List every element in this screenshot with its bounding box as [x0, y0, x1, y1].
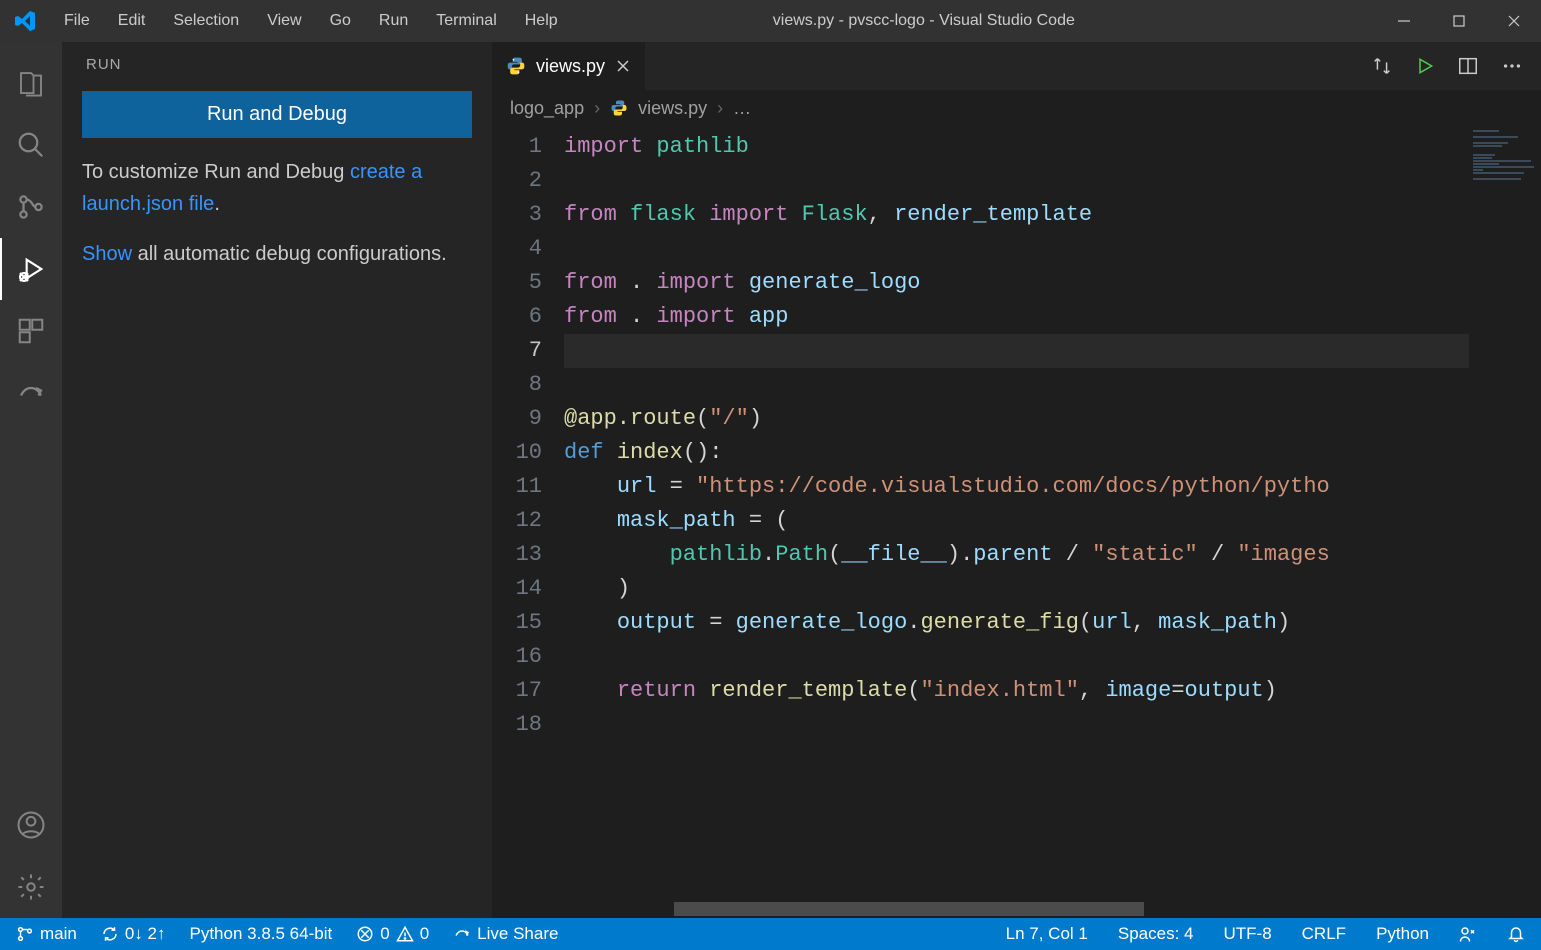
feedback-icon[interactable]: [1455, 918, 1481, 950]
indentation-status[interactable]: Spaces: 4: [1114, 918, 1198, 950]
language-status[interactable]: Python: [1372, 918, 1433, 950]
settings-gear-icon[interactable]: [0, 856, 62, 918]
branch-status[interactable]: main: [12, 918, 81, 950]
live-share-status[interactable]: Live Share: [449, 918, 562, 950]
source-control-icon[interactable]: [0, 176, 62, 238]
menu-view[interactable]: View: [253, 0, 315, 42]
menu-edit[interactable]: Edit: [104, 0, 160, 42]
more-actions-icon[interactable]: [1501, 55, 1523, 77]
show-configs-text: Show all automatic debug configurations.: [82, 238, 472, 270]
notifications-icon[interactable]: [1503, 918, 1529, 950]
maximize-button[interactable]: [1431, 0, 1486, 42]
code-content[interactable]: import pathlib from flask import Flask, …: [564, 126, 1469, 918]
chevron-right-icon: ›: [594, 98, 600, 119]
main-area: RUN Run and Debug To customize Run and D…: [0, 42, 1541, 918]
menu-bar: FileEditSelectionViewGoRunTerminalHelp: [50, 0, 572, 42]
share-icon[interactable]: [0, 362, 62, 424]
run-sidebar: RUN Run and Debug To customize Run and D…: [62, 42, 492, 918]
editor-actions: [1371, 42, 1541, 90]
cursor-position[interactable]: Ln 7, Col 1: [1002, 918, 1092, 950]
python-file-icon: [506, 56, 526, 76]
problems-status[interactable]: 0 0: [352, 918, 433, 950]
sync-status[interactable]: 0↓ 2↑: [97, 918, 170, 950]
window-title: views.py - pvscc-logo - Visual Studio Co…: [572, 12, 1376, 30]
minimap[interactable]: [1469, 126, 1541, 918]
vscode-logo-icon: [0, 9, 50, 33]
close-tab-icon[interactable]: [615, 58, 631, 74]
menu-file[interactable]: File: [50, 0, 104, 42]
show-link[interactable]: Show: [82, 243, 132, 265]
status-bar: main 0↓ 2↑ Python 3.8.5 64-bit 0 0 Live …: [0, 918, 1541, 950]
horizontal-scrollbar[interactable]: [564, 902, 1469, 918]
activity-bar: [0, 42, 62, 918]
tab-bar: views.py: [492, 42, 1541, 90]
run-debug-icon[interactable]: [0, 238, 62, 300]
line-numbers: 123456789101112131415161718: [492, 126, 564, 918]
run-and-debug-button[interactable]: Run and Debug: [82, 91, 472, 138]
close-button[interactable]: [1486, 0, 1541, 42]
title-bar: FileEditSelectionViewGoRunTerminalHelp v…: [0, 0, 1541, 42]
window-controls: [1376, 0, 1541, 42]
customize-text: To customize Run and Debug create a laun…: [82, 156, 472, 220]
run-file-icon[interactable]: [1415, 56, 1435, 76]
breadcrumb-folder[interactable]: logo_app: [510, 98, 584, 119]
accounts-icon[interactable]: [0, 794, 62, 856]
editor-body[interactable]: 123456789101112131415161718 import pathl…: [492, 126, 1541, 918]
chevron-right-icon: ›: [717, 98, 723, 119]
menu-help[interactable]: Help: [511, 0, 572, 42]
breadcrumbs[interactable]: logo_app › views.py › …: [492, 90, 1541, 126]
eol-status[interactable]: CRLF: [1298, 918, 1350, 950]
compare-changes-icon[interactable]: [1371, 55, 1393, 77]
sidebar-header: RUN: [62, 42, 492, 83]
encoding-status[interactable]: UTF-8: [1219, 918, 1275, 950]
extensions-icon[interactable]: [0, 300, 62, 362]
breadcrumb-file[interactable]: views.py: [638, 98, 707, 119]
tab-label: views.py: [536, 56, 605, 77]
python-interpreter[interactable]: Python 3.8.5 64-bit: [186, 918, 337, 950]
menu-selection[interactable]: Selection: [159, 0, 253, 42]
python-file-icon: [610, 99, 628, 117]
tab-views-py[interactable]: views.py: [492, 42, 646, 90]
explorer-icon[interactable]: [0, 52, 62, 114]
editor-area: views.py logo_app › views.py › … 1234567…: [492, 42, 1541, 918]
search-icon[interactable]: [0, 114, 62, 176]
split-editor-icon[interactable]: [1457, 55, 1479, 77]
breadcrumb-more[interactable]: …: [733, 98, 751, 119]
menu-go[interactable]: Go: [316, 0, 365, 42]
menu-run[interactable]: Run: [365, 0, 422, 42]
minimize-button[interactable]: [1376, 0, 1431, 42]
menu-terminal[interactable]: Terminal: [422, 0, 510, 42]
